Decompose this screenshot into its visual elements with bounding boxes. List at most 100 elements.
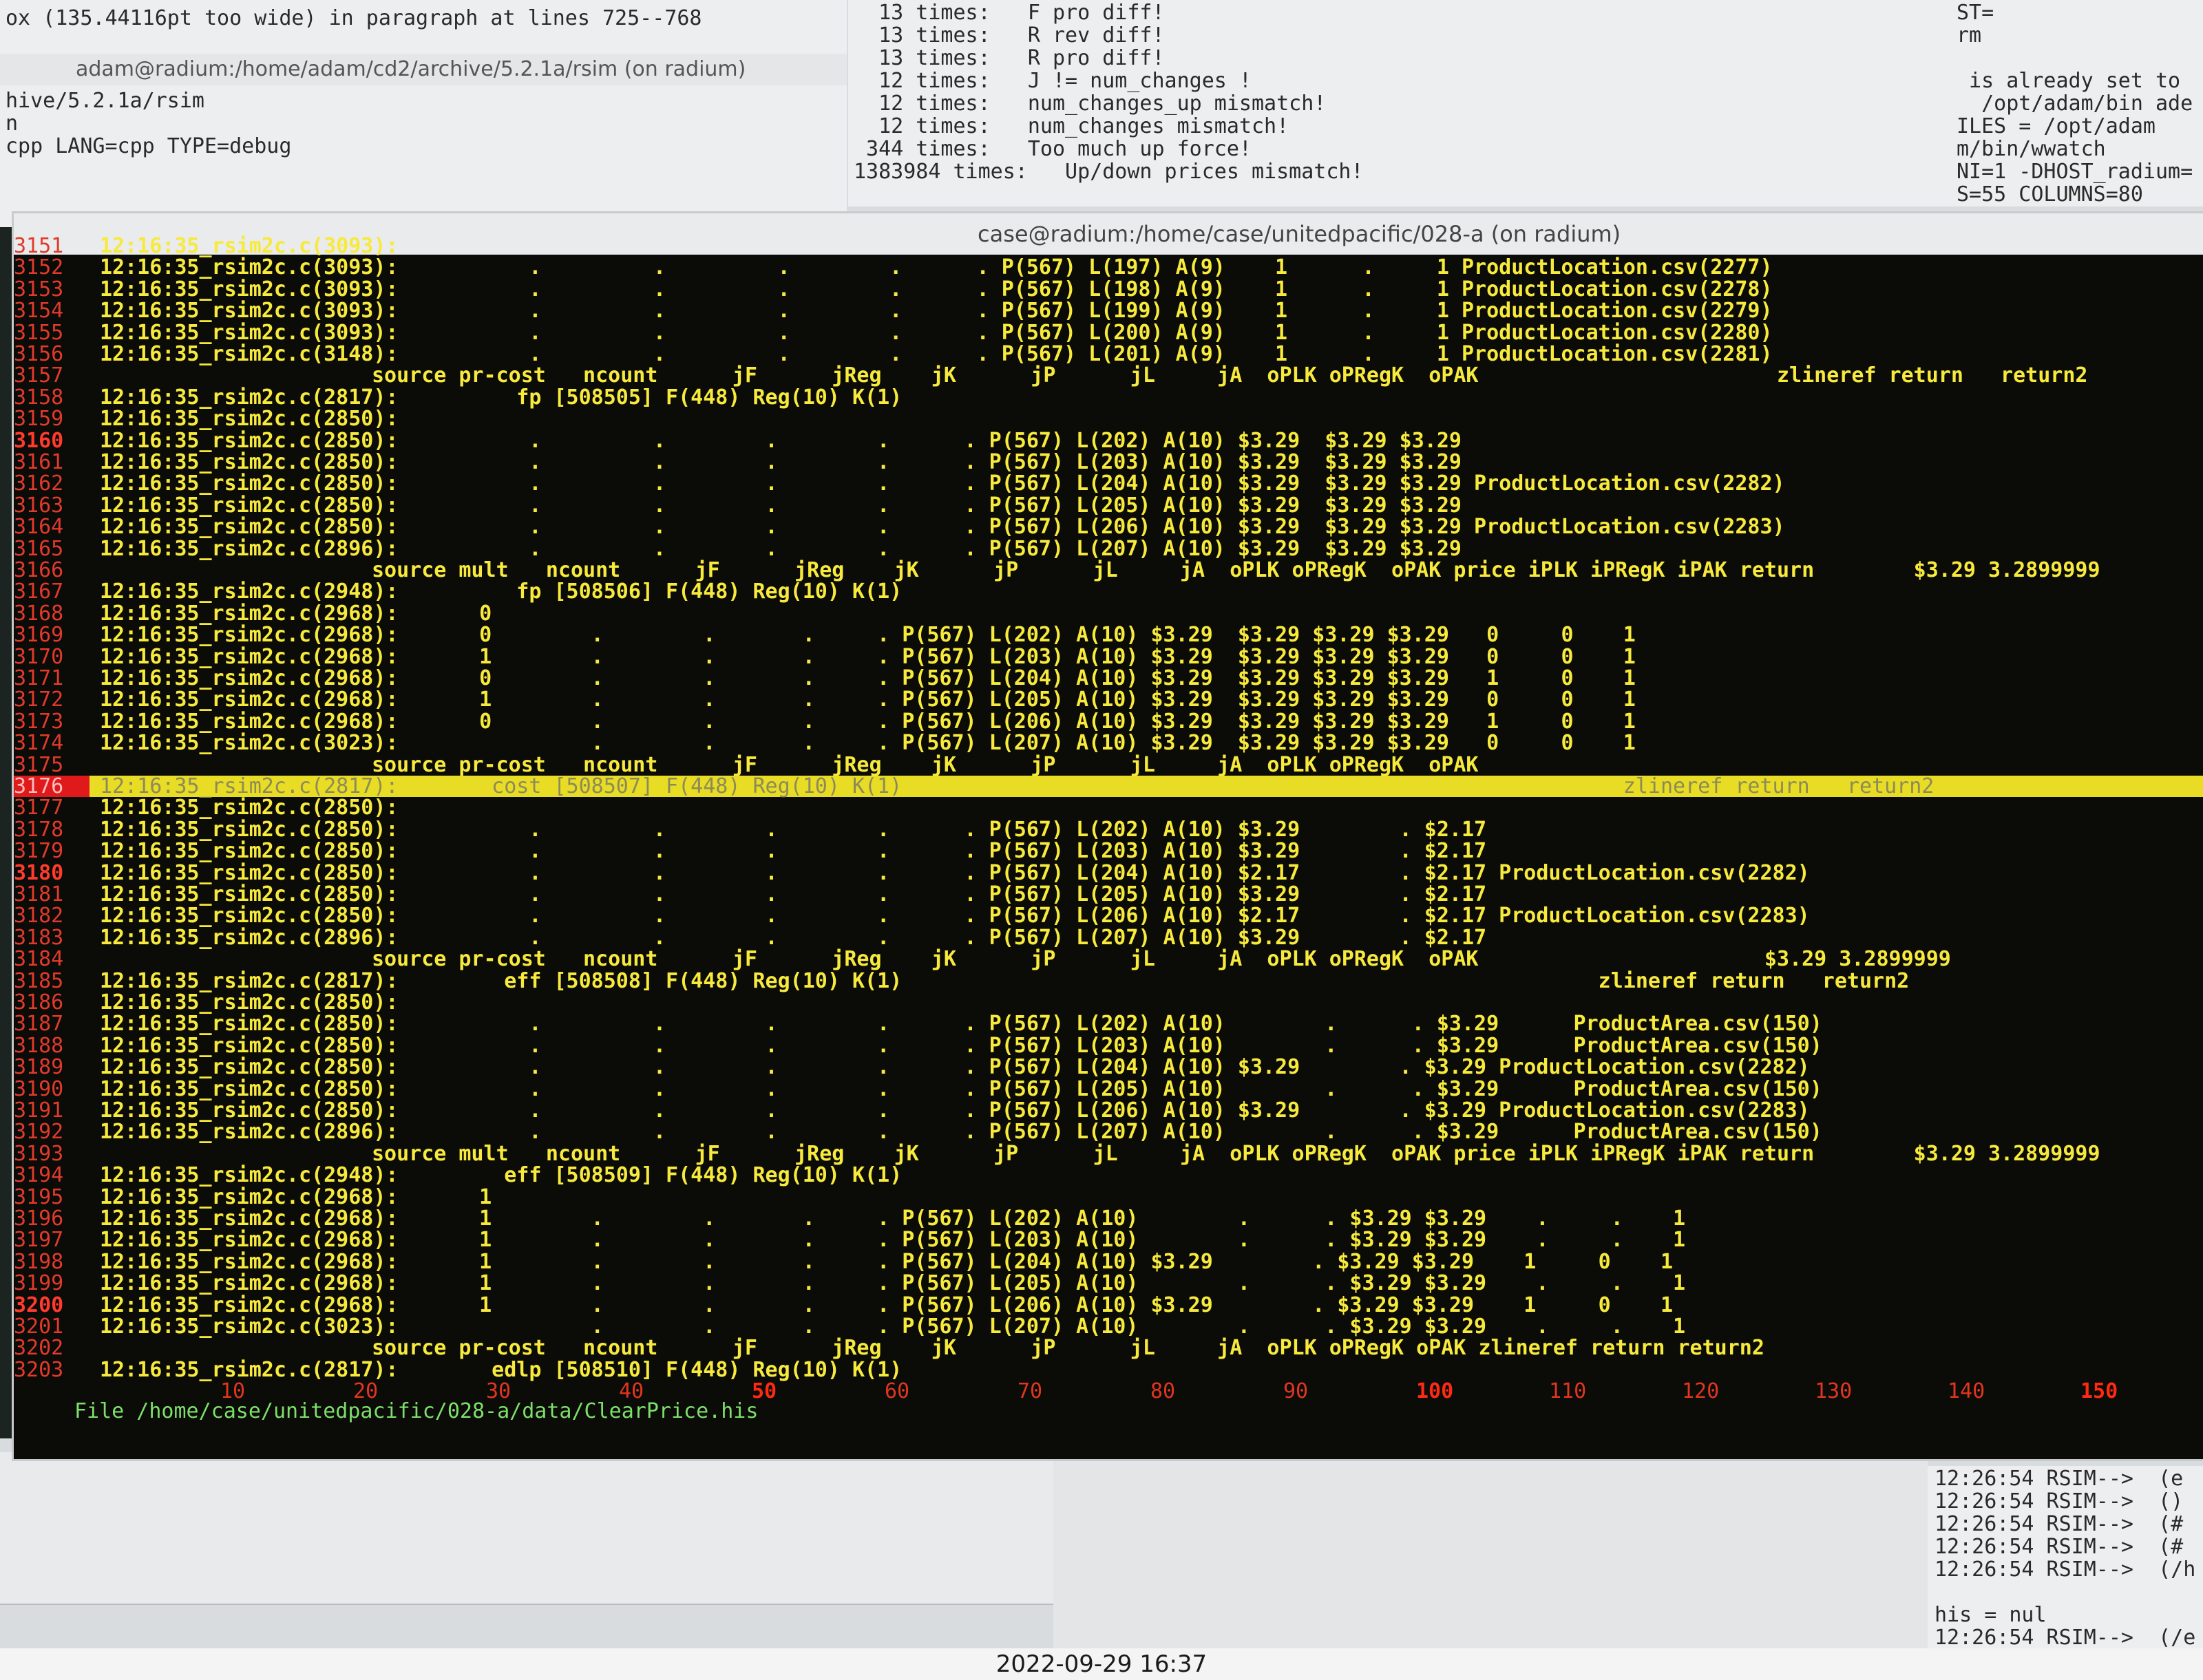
- log-row[interactable]: 3173 12:16:35_rsim2c.c(2968): 0 . . . . P…: [14, 711, 2203, 732]
- log-fields: . . . . . P(567) L(206) A(10) $3.29 $3.2…: [454, 515, 1785, 540]
- log-row[interactable]: 3192 12:16:35_rsim2c.c(2896): . . . . . P…: [14, 1121, 2203, 1142]
- log-row[interactable]: 3185 12:16:35_rsim2c.c(2817): eff [508508…: [14, 970, 2203, 992]
- line-number: 3172: [14, 688, 64, 712]
- log-row[interactable]: 3178 12:16:35_rsim2c.c(2850): . . . . . P…: [14, 819, 2203, 840]
- log-row-selected[interactable]: 3176 12:16:35_rsim2c.c(2817): cost [50850…: [14, 776, 2203, 797]
- terminal-output: 12:26:54 RSIM--> (e 12:26:54 RSIM--> () 12…: [1935, 1467, 2195, 1649]
- line-number: 3162: [14, 471, 64, 496]
- log-header-row[interactable]: 3175 source pr-cost ncount jF jReg jK jP …: [14, 754, 2203, 776]
- log-row[interactable]: 3190 12:16:35_rsim2c.c(2850): . . . . . P…: [14, 1078, 2203, 1100]
- log-source: 12:16:35_rsim2c.c(2968):: [100, 623, 399, 648]
- log-row[interactable]: 3180 12:16:35_rsim2c.c(2850): . . . . . P…: [14, 862, 2203, 884]
- log-row[interactable]: 3154 12:16:35_rsim2c.c(3093): . . . . . P…: [14, 300, 2203, 321]
- log-row[interactable]: 3174 12:16:35_rsim2c.c(3023): . . . . P(5…: [14, 732, 2203, 754]
- log-row[interactable]: 3198 12:16:35_rsim2c.c(2968): 1 . . . . P…: [14, 1251, 2203, 1273]
- output-line: ox (135.44116pt too wide) in paragraph a…: [6, 6, 702, 30]
- line-number: 3154: [14, 299, 64, 323]
- log-row[interactable]: 3155 12:16:35_rsim2c.c(3093): . . . . . P…: [14, 322, 2203, 343]
- output-line: cpp LANG=cpp TYPE=debug: [6, 134, 292, 158]
- log-fields: . . . . . P(567) L(205) A(10) $3.29 $3.2…: [454, 493, 1462, 518]
- log-row[interactable]: 3165 12:16:35_rsim2c.c(2896): . . . . . P…: [14, 538, 2203, 560]
- main-terminal-window[interactable]: case@radium:/home/case/unitedpacific/028…: [14, 213, 2203, 1459]
- log-row[interactable]: 3188 12:16:35_rsim2c.c(2850): . . . . . P…: [14, 1035, 2203, 1056]
- log-fields: cost [508507] F(448) Reg(10) K(1) zliner…: [454, 774, 1935, 798]
- log-header-row[interactable]: 3157 source pr-cost ncount jF jReg jK jP …: [14, 365, 2203, 386]
- log-row[interactable]: 3203 12:16:35_rsim2c.c(2817): edlp [50851…: [14, 1359, 2203, 1381]
- log-row[interactable]: 3200 12:16:35_rsim2c.c(2968): 1 . . . . P…: [14, 1295, 2203, 1316]
- log-row[interactable]: 3160 12:16:35_rsim2c.c(2850): . . . . . P…: [14, 430, 2203, 451]
- log-row[interactable]: 3199 12:16:35_rsim2c.c(2968): 1 . . . . P…: [14, 1273, 2203, 1294]
- log-fields: 1: [454, 1184, 492, 1209]
- log-source: 12:16:35_rsim2c.c(2850):: [100, 407, 399, 432]
- log-source: 12:16:35_rsim2c.c(2850):: [100, 796, 399, 820]
- log-row[interactable]: 3152 12:16:35_rsim2c.c(3093): . . . . . P…: [14, 257, 2203, 278]
- column-headers: source mult ncount jF jReg jK jP jL jA o…: [372, 558, 2100, 582]
- log-row[interactable]: 3164 12:16:35_rsim2c.c(2850): . . . . . P…: [14, 516, 2203, 538]
- log-header-row[interactable]: 3202 source pr-cost ncount jF jReg jK jP …: [14, 1337, 2203, 1359]
- log-row[interactable]: 3201 12:16:35_rsim2c.c(3023): . . . . P(5…: [14, 1316, 2203, 1337]
- log-row[interactable]: 3196 12:16:35_rsim2c.c(2968): 1 . . . . P…: [14, 1208, 2203, 1229]
- line-number: 3167: [14, 580, 64, 604]
- log-row[interactable]: 3179 12:16:35_rsim2c.c(2850): . . . . . P…: [14, 840, 2203, 862]
- log-header-row[interactable]: 3184 source pr-cost ncount jF jReg jK jP …: [14, 948, 2203, 970]
- column-headers: source pr-cost ncount jF jReg jK jP jL j…: [372, 363, 2088, 388]
- log-row[interactable]: 3195 12:16:35_rsim2c.c(2968): 1: [14, 1187, 2203, 1208]
- log-row[interactable]: 3172 12:16:35_rsim2c.c(2968): 1 . . . . P…: [14, 689, 2203, 710]
- log-row[interactable]: 3151 12:16:35_rsim2c.c(3093):: [14, 235, 2203, 257]
- log-row[interactable]: 3159 12:16:35_rsim2c.c(2850):: [14, 408, 2203, 429]
- log-row[interactable]: 3181 12:16:35_rsim2c.c(2850): . . . . . P…: [14, 884, 2203, 905]
- log-fields: . . . . . P(567) L(204) A(10) $2.17 . $2…: [454, 860, 1810, 885]
- log-fields: 0 . . . . P(567) L(202) A(10) $3.29 $3.2…: [454, 623, 1636, 648]
- log-source: 12:16:35_rsim2c.c(2850):: [100, 493, 399, 518]
- column-headers: source pr-cost ncount jF jReg jK jP jL j…: [372, 947, 1951, 972]
- log-fields: 1 . . . . P(567) L(205) A(10) . . $3.29 …: [454, 1271, 1686, 1296]
- log-row[interactable]: 3182 12:16:35_rsim2c.c(2850): . . . . . P…: [14, 905, 2203, 926]
- log-row[interactable]: 3162 12:16:35_rsim2c.c(2850): . . . . . P…: [14, 473, 2203, 494]
- log-fields: . . . . . P(567) L(197) A(9) 1 . 1 Produ…: [454, 255, 1773, 280]
- log-source: 12:16:35_rsim2c.c(2850):: [100, 1033, 399, 1058]
- output-line: 12:26:54 RSIM--> (): [1935, 1489, 2184, 1513]
- log-fields: fp [508505] F(448) Reg(10) K(1): [454, 385, 903, 410]
- log-row[interactable]: 3167 12:16:35_rsim2c.c(2948): fp [508506]…: [14, 581, 2203, 602]
- log-row[interactable]: 3183 12:16:35_rsim2c.c(2896): . . . . . P…: [14, 927, 2203, 948]
- output-line: 1383984 times: Up/down prices mismatch!: [854, 160, 1364, 184]
- log-viewer[interactable]: 3151 12:16:35_rsim2c.c(3093): 3152 12:16:35…: [14, 226, 2203, 1459]
- log-header-row[interactable]: 3193 source mult ncount jF jReg jK jP jL …: [14, 1143, 2203, 1165]
- log-row[interactable]: 3158 12:16:35_rsim2c.c(2817): fp [508505]…: [14, 387, 2203, 408]
- log-source: 12:16:35_rsim2c.c(2817):: [100, 774, 399, 798]
- log-header-row[interactable]: 3166 source mult ncount jF jReg jK jP jL …: [14, 560, 2203, 581]
- log-row[interactable]: 3161 12:16:35_rsim2c.c(2850): . . . . . P…: [14, 451, 2203, 473]
- window-title[interactable]: adam@radium:/home/adam/cd2/archive/5.2.1…: [0, 54, 847, 85]
- log-row[interactable]: 3169 12:16:35_rsim2c.c(2968): 0 . . . . P…: [14, 624, 2203, 646]
- line-number: 3176: [14, 776, 89, 797]
- log-row[interactable]: 3197 12:16:35_rsim2c.c(2968): 1 . . . . P…: [14, 1229, 2203, 1251]
- line-number: 3159: [14, 407, 64, 432]
- line-number: 3191: [14, 1098, 64, 1123]
- log-row[interactable]: 3168 12:16:35_rsim2c.c(2968): 0: [14, 603, 2203, 624]
- log-fields: 1 . . . . P(567) L(202) A(10) . . $3.29 …: [454, 1206, 1686, 1231]
- log-row[interactable]: 3171 12:16:35_rsim2c.c(2968): 0 . . . . P…: [14, 668, 2203, 689]
- log-row[interactable]: 3156 12:16:35_rsim2c.c(3148): . . . . . P…: [14, 343, 2203, 365]
- log-source: 12:16:35_rsim2c.c(3023):: [100, 1315, 399, 1339]
- log-row[interactable]: 3187 12:16:35_rsim2c.c(2850): . . . . . P…: [14, 1013, 2203, 1034]
- log-row[interactable]: 3191 12:16:35_rsim2c.c(2850): . . . . . P…: [14, 1100, 2203, 1121]
- log-row[interactable]: 3153 12:16:35_rsim2c.c(3093): . . . . . P…: [14, 279, 2203, 300]
- background-terminal-window: 13 times: F pro diff! 13 times: R rev di…: [848, 0, 1950, 206]
- log-source: 12:16:35_rsim2c.c(2850):: [100, 471, 399, 496]
- line-number: 3151: [14, 234, 64, 258]
- line-number: 3192: [14, 1120, 64, 1145]
- log-row[interactable]: 3163 12:16:35_rsim2c.c(2850): . . . . . P…: [14, 495, 2203, 516]
- line-number: 3179: [14, 839, 64, 864]
- log-row[interactable]: 3170 12:16:35_rsim2c.c(2968): 1 . . . . P…: [14, 646, 2203, 668]
- log-source: 12:16:35_rsim2c.c(2850):: [100, 1012, 399, 1036]
- log-row[interactable]: 3194 12:16:35_rsim2c.c(2948): eff [508509…: [14, 1165, 2203, 1186]
- log-fields: eff [508509] F(448) Reg(10) K(1): [454, 1163, 903, 1188]
- log-source: 12:16:35_rsim2c.c(2850):: [100, 428, 399, 453]
- log-source: 12:16:35_rsim2c.c(2850):: [100, 990, 399, 1014]
- log-row[interactable]: 3177 12:16:35_rsim2c.c(2850):: [14, 797, 2203, 818]
- line-number: 3184: [14, 947, 64, 972]
- log-source: 12:16:35_rsim2c.c(2968):: [100, 1271, 399, 1296]
- log-row[interactable]: 3186 12:16:35_rsim2c.c(2850):: [14, 992, 2203, 1013]
- log-row[interactable]: 3189 12:16:35_rsim2c.c(2850): . . . . . P…: [14, 1056, 2203, 1078]
- line-number: 3194: [14, 1163, 64, 1188]
